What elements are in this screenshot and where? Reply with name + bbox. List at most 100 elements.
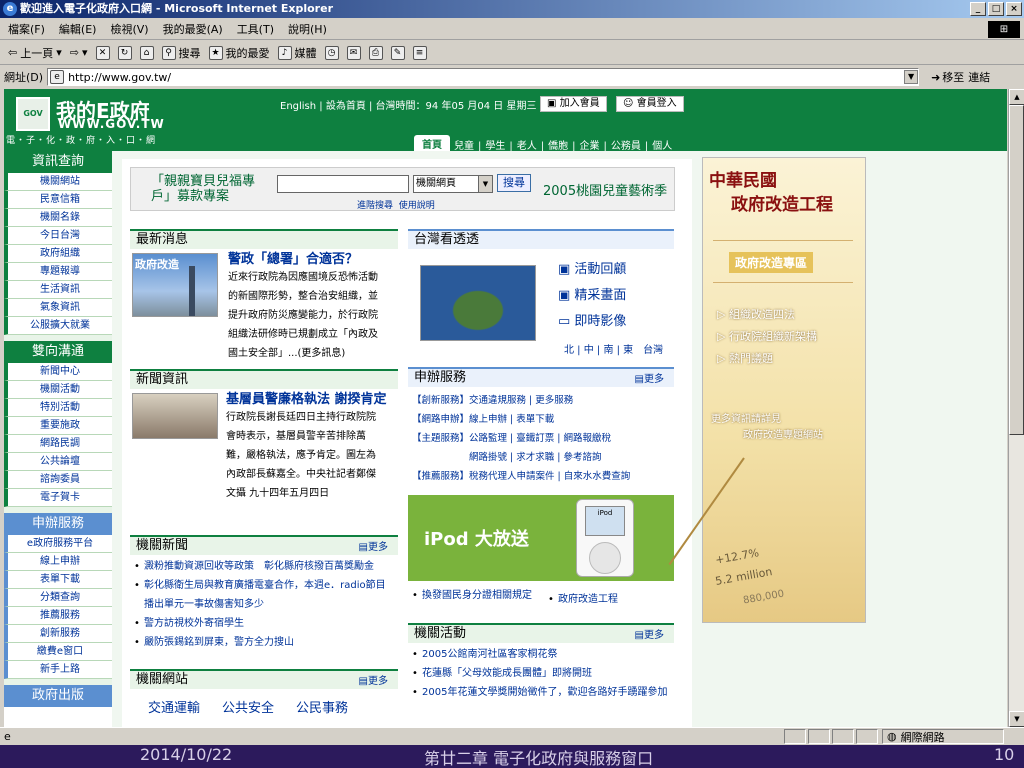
activity-item[interactable]: 2005公館南河社區客家桐花祭 (412, 645, 670, 664)
close-button[interactable]: × (1006, 2, 1022, 16)
join-member-button[interactable]: ▣ 加入會員 (540, 96, 607, 112)
tab-home[interactable]: 首頁 (414, 135, 450, 152)
service-row[interactable]: 網路掛號 | 求才求職 | 參考諮詢 (412, 448, 670, 467)
nav-item[interactable]: 民意信箱 (4, 191, 112, 209)
history-icon[interactable]: ◷ (324, 45, 339, 60)
nav-item[interactable]: 諮詢委員 (4, 471, 112, 489)
back-button[interactable]: ⇦ 上一頁 ▾ (8, 45, 62, 61)
nav-item[interactable]: 氣象資訊 (4, 299, 112, 317)
arts-festival-link[interactable]: 2005桃園兒童藝術季 (543, 180, 667, 199)
nav-item[interactable]: 公共論壇 (4, 453, 112, 471)
service-row[interactable]: 【網路申辦】線上申辦 | 表單下載 (412, 410, 670, 429)
home-icon[interactable]: ⌂ (139, 45, 154, 60)
nav-item[interactable]: 新手上路 (4, 661, 112, 679)
nav-item[interactable]: 機關活動 (4, 381, 112, 399)
agency-site-link[interactable]: 公共安全 (222, 697, 274, 716)
menu-edit[interactable]: 編輯(E) (59, 21, 97, 37)
news-headline[interactable]: 基層員警廉格執法 謝揆肯定 (226, 391, 396, 408)
services-more-link[interactable]: ▤更多 (635, 371, 664, 389)
search-help-link[interactable]: 使用說明 (399, 201, 435, 211)
latest-news-photo[interactable]: 政府改造 (132, 253, 218, 317)
nav-item[interactable]: e政府服務平台 (4, 535, 112, 553)
agency-news-item[interactable]: 澱粉推動資源回收等政策 彰化縣府核撥百萬獎勵金 (134, 557, 390, 576)
activity-review-link[interactable]: ▣ 活動回顧 (558, 257, 626, 283)
stop-icon[interactable]: ✕ (95, 45, 110, 60)
edit-icon[interactable]: ✎ (390, 45, 405, 60)
agency-sites-more-link[interactable]: ▤更多 (359, 673, 388, 691)
vertical-scrollbar[interactable]: ▲ ▼ (1008, 89, 1024, 727)
tab-children[interactable]: 兒童 (454, 137, 474, 152)
address-dropdown-icon[interactable]: ▼ (904, 70, 919, 84)
ad-link[interactable]: ▷ 組織改造四法 (717, 304, 817, 326)
top-links[interactable]: English | 設為首頁 | 台灣時間：94 年05 月04 日 星期三 (280, 97, 536, 112)
scroll-down-icon[interactable]: ▼ (1009, 711, 1024, 727)
news-photo[interactable] (132, 393, 218, 439)
nav-item[interactable]: 重要施政 (4, 417, 112, 435)
nav-item[interactable]: 推薦服務 (4, 607, 112, 625)
nav-item[interactable]: 新聞中心 (4, 363, 112, 381)
tab-individuals[interactable]: 個人 (652, 137, 672, 152)
menu-favorites[interactable]: 我的最愛(A) (163, 21, 223, 37)
service-row[interactable]: 【主題服務】公路監理 | 臺鐵訂票 | 網路報繳稅 (412, 429, 670, 448)
tab-overseas[interactable]: 僑胞 (548, 137, 568, 152)
media-button[interactable]: ♪ 媒體 (277, 45, 317, 61)
agency-news-more-link[interactable]: ▤更多 (359, 539, 388, 557)
government-reform-ad[interactable]: 中華民國 政府改造工程 政府改造專區 ▷ 組織改造四法 ▷ 行政院組織新架構 ▷… (668, 157, 866, 623)
nav-item[interactable]: 公服擴大就業 (4, 317, 112, 335)
maximize-button[interactable]: □ (988, 2, 1004, 16)
tab-seniors[interactable]: 老人 (517, 137, 537, 152)
menu-tools[interactable]: 工具(T) (237, 21, 274, 37)
tab-business[interactable]: 企業 (580, 137, 600, 152)
search-submit-button[interactable]: 搜尋 (497, 174, 531, 192)
go-button[interactable]: ➜ 移至 (931, 69, 964, 85)
highlights-link[interactable]: ▣ 精采畫面 (558, 283, 626, 309)
nav-item[interactable]: 特別活動 (4, 399, 112, 417)
island-photo[interactable] (420, 265, 536, 341)
nav-item[interactable]: 電子賀卡 (4, 489, 112, 507)
agency-site-link[interactable]: 公民事務 (296, 697, 348, 716)
live-video-link[interactable]: ▭ 即時影像 (558, 309, 626, 335)
nav-item[interactable]: 表單下載 (4, 571, 112, 589)
nav-item[interactable]: 機關網站 (4, 173, 112, 191)
favorites-button[interactable]: ★ 我的最愛 (208, 45, 270, 61)
member-login-button[interactable]: ☺ 會員登入 (616, 96, 684, 112)
nav-item[interactable]: 創新服務 (4, 625, 112, 643)
service-row[interactable]: 【創新服務】交通違規服務 | 更多服務 (412, 391, 670, 410)
nav-item[interactable]: 網路民調 (4, 435, 112, 453)
latest-more-link[interactable]: 國土安全部」...(更多訊息) (228, 344, 396, 363)
id-card-link[interactable]: • 換發國民身分證相關規定 (412, 589, 542, 602)
region-links[interactable]: 北 | 中 | 南 | 東 台灣 (564, 341, 663, 356)
nav-item[interactable]: 線上申辦 (4, 553, 112, 571)
service-row[interactable]: 【推薦服務】稅務代理人申請案件 | 自來水水費查詢 (412, 467, 670, 486)
nav-item[interactable]: 政府組織 (4, 245, 112, 263)
ad-link[interactable]: ▷ 行政院組織新架構 (717, 326, 817, 348)
menu-file[interactable]: 檔案(F) (8, 21, 45, 37)
tab-civil-servants[interactable]: 公務員 (611, 137, 641, 152)
links-button[interactable]: 連結 (968, 69, 990, 85)
print-icon[interactable]: ⎙ (368, 45, 383, 60)
agency-news-item[interactable]: 警方訪視校外寄宿學生 (134, 614, 390, 633)
refresh-icon[interactable]: ↻ (117, 45, 132, 60)
baby-fund-link[interactable]: 「親親寶貝兒福專戶」募款專案 (151, 174, 271, 204)
search-button[interactable]: ⚲ 搜尋 (161, 45, 201, 61)
nav-item[interactable]: 機關名錄 (4, 209, 112, 227)
ad-link[interactable]: ▷ 熱門議題 (717, 348, 817, 370)
nav-item[interactable]: 分類查詢 (4, 589, 112, 607)
mail-icon[interactable]: ✉ (346, 45, 361, 60)
ipod-promo-banner[interactable]: iPod 大放送 iPod (408, 495, 674, 581)
search-scope-select[interactable]: 機關網頁 ▼ (413, 175, 493, 193)
discuss-icon[interactable]: ≡ (412, 45, 427, 60)
menu-help[interactable]: 說明(H) (288, 21, 327, 37)
menu-view[interactable]: 檢視(V) (110, 21, 148, 37)
nav-item[interactable]: 生活資訊 (4, 281, 112, 299)
agency-news-item[interactable]: 嚴防張錫銘到屏東，警方全力搜山 (134, 633, 390, 652)
advanced-search-link[interactable]: 進階搜尋 (357, 201, 393, 211)
nav-item[interactable]: 專題報導 (4, 263, 112, 281)
forward-button[interactable]: ⇨ ▾ (70, 46, 88, 59)
activities-more-link[interactable]: ▤更多 (635, 627, 664, 645)
ad-more-link[interactable]: 政府改造專題網站 (743, 426, 823, 441)
agency-news-item[interactable]: 彰化縣衛生局與教育廣播電臺合作，本週e．radio節目播出單元一事故傷害知多少 (134, 576, 390, 614)
nav-item[interactable]: 今日台灣 (4, 227, 112, 245)
scroll-up-icon[interactable]: ▲ (1009, 89, 1024, 105)
activity-item[interactable]: 花蓮縣「父母效能成長團體」即將開班 (412, 664, 670, 683)
